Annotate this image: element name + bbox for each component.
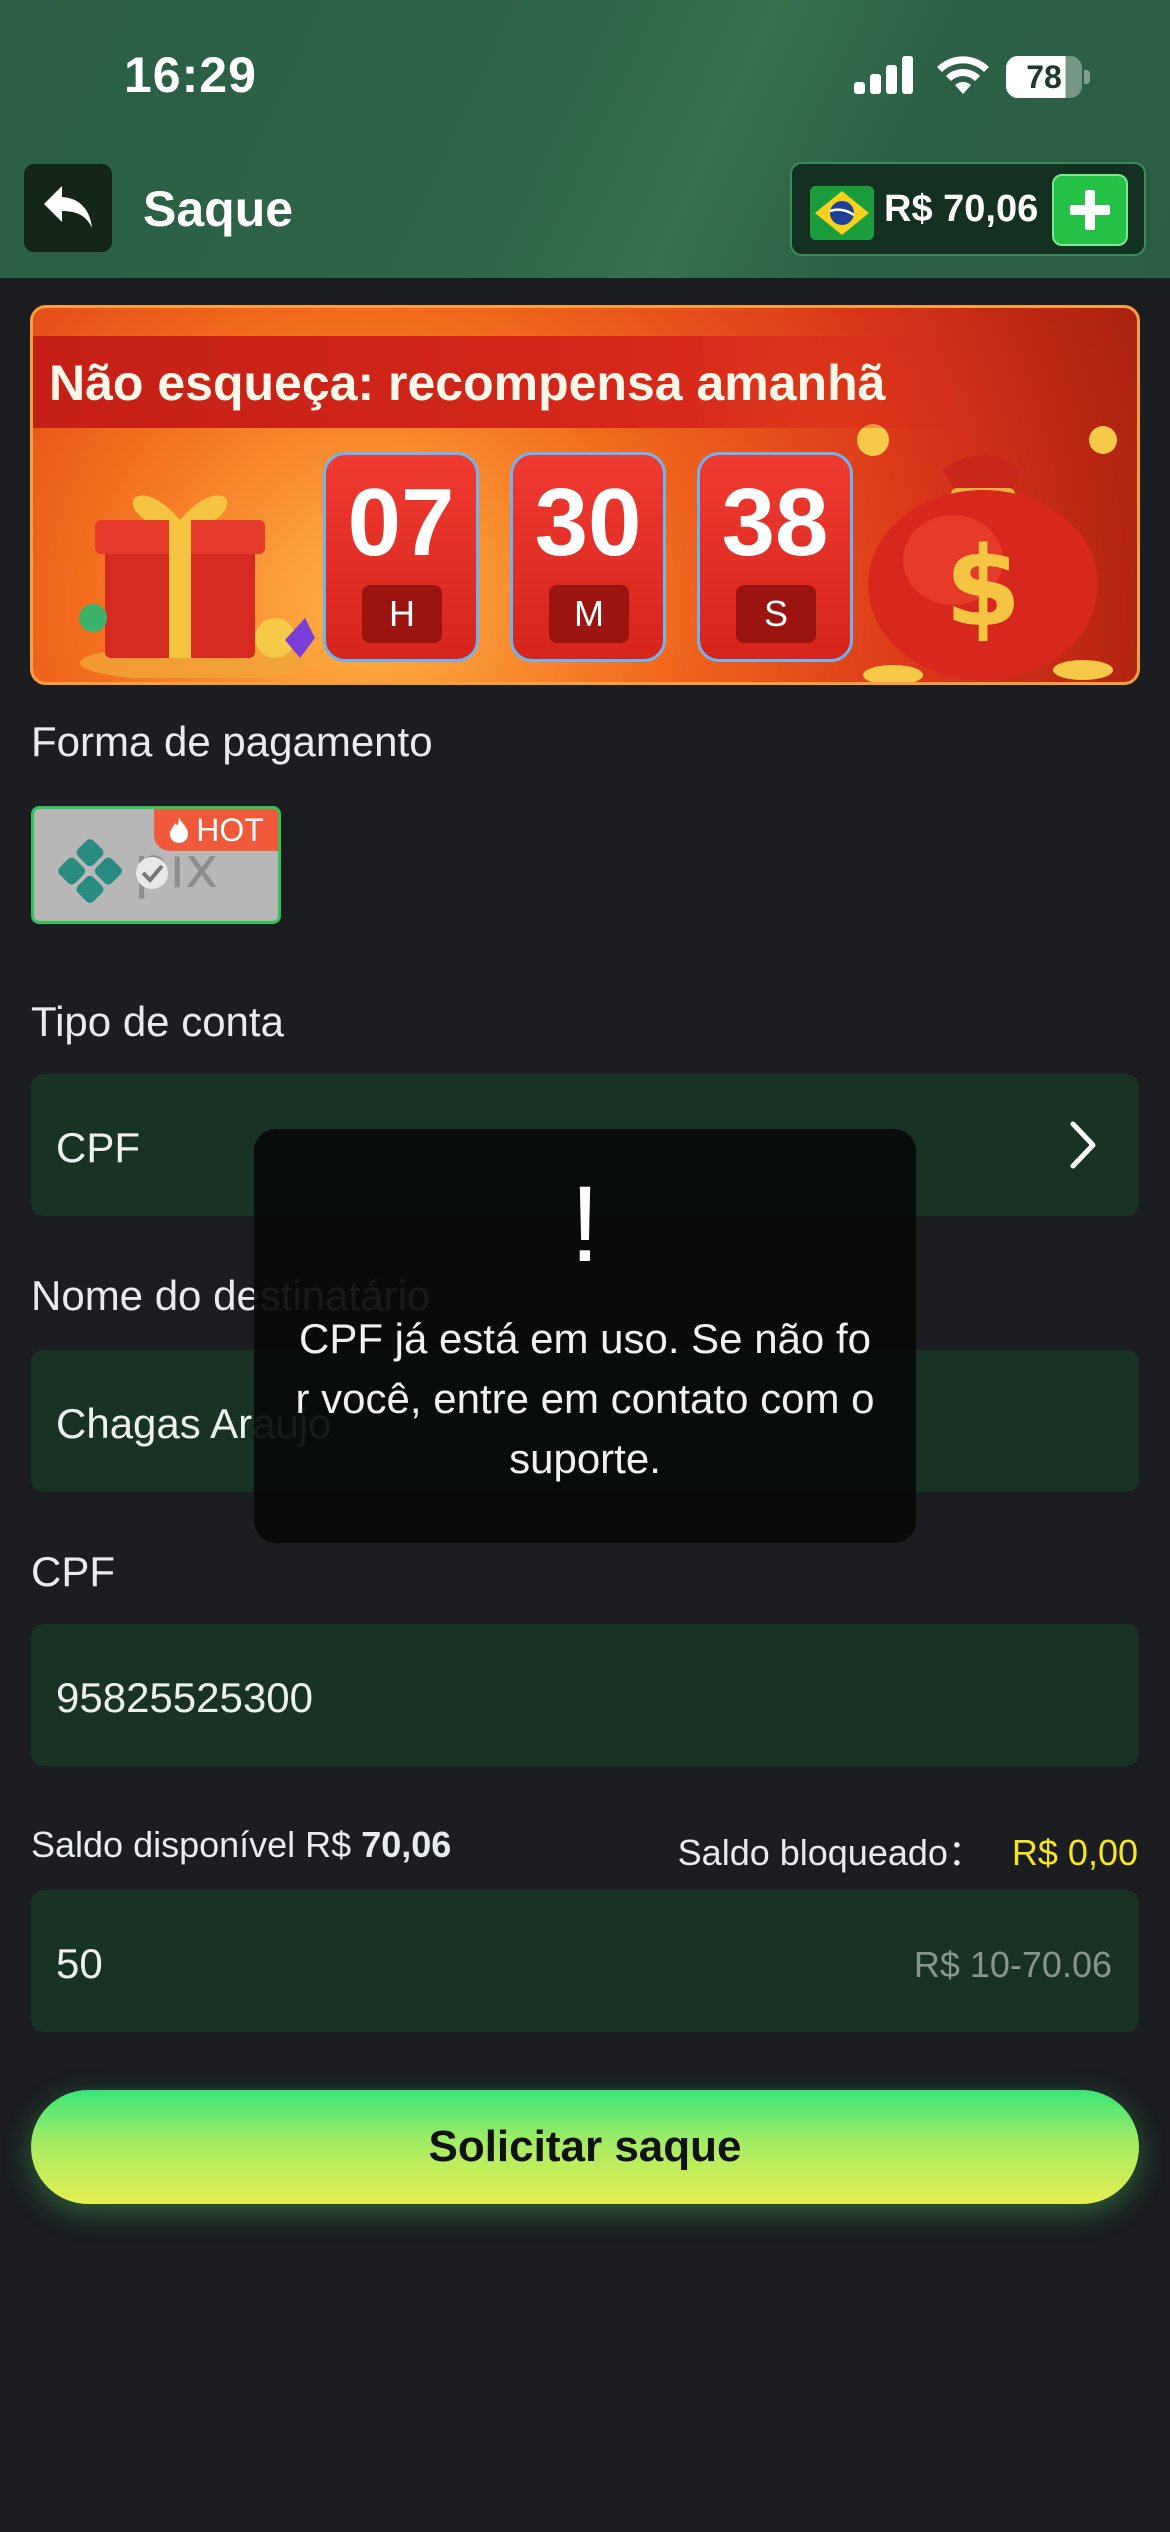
balance-pill[interactable]: R$ 70,06 [790, 162, 1146, 256]
hot-badge: HOT [154, 809, 278, 851]
account-type-value: CPF [56, 1124, 140, 1171]
countdown-seconds-unit: S [736, 585, 816, 643]
withdraw-amount-field[interactable]: 50 R$ 10-70.06 [31, 1890, 1139, 2032]
svg-text:$: $ [945, 523, 1022, 651]
toast-message: CPF já está em uso. Se não for você, ent… [295, 1315, 875, 1482]
exclamation-icon: ! [569, 1163, 600, 1284]
balance-amount: R$ 70,06 [884, 188, 1039, 230]
cellular-signal-icon [854, 56, 914, 94]
countdown-minutes: 30 M [510, 452, 666, 662]
plus-icon [1070, 190, 1110, 230]
gift-box-icon [79, 495, 315, 678]
battery-level: 78 [1006, 56, 1082, 98]
countdown-minutes-value: 30 [534, 469, 642, 576]
error-toast: ! CPF já está em uso. Se não for você, e… [254, 1129, 916, 1543]
pix-payment-option[interactable]: pix HOT [31, 806, 281, 924]
available-balance: Saldo disponível R$ 70,06 [31, 1824, 451, 1866]
chevron-right-icon [1070, 1121, 1096, 1169]
cpf-label: CPF [31, 1548, 115, 1595]
deposit-plus-button[interactable] [1052, 174, 1128, 246]
withdraw-amount-value: 50 [56, 1940, 103, 1987]
status-time: 16:29 [124, 47, 257, 103]
countdown-seconds: 38 S [697, 452, 853, 662]
brazil-flag-icon [810, 186, 874, 240]
countdown-hours: 07 H [323, 452, 479, 662]
banner-title: Não esqueça: recompensa amanhã [49, 355, 886, 411]
countdown-hours-unit: H [362, 585, 442, 643]
status-bar: 16:29 78 [0, 0, 1170, 150]
countdown-hours-value: 07 [347, 469, 455, 576]
countdown-minutes-unit: M [549, 585, 629, 643]
back-arrow-icon [44, 186, 92, 228]
app-header: 16:29 78 Saque R$ 70,06 [0, 0, 1170, 278]
fire-icon [170, 817, 189, 843]
countdown-seconds-value: 38 [721, 469, 829, 576]
available-balance-value: 70,06 [361, 1824, 452, 1865]
page-title: Saque [143, 181, 294, 237]
hot-badge-label: HOT [196, 811, 264, 848]
account-type-label: Tipo de conta [31, 998, 284, 1045]
cpf-value: 95825525300 [56, 1674, 313, 1721]
blocked-balance-label: Saldo bloqueado： [677, 1832, 984, 1873]
withdraw-range-hint: R$ 10-70.06 [913, 1944, 1112, 1985]
battery-icon: 78 [1006, 56, 1090, 98]
reward-banner[interactable]: $ Não esqueça: recompensa amanhã 07 H 30… [30, 305, 1140, 685]
cpf-field[interactable]: 95825525300 [31, 1624, 1139, 1766]
payment-method-label: Forma de pagamento [31, 718, 433, 765]
wifi-icon [937, 56, 989, 94]
request-withdrawal-button[interactable]: Solicitar saque [31, 2090, 1139, 2204]
blocked-balance-value: R$ 0,00 [1011, 1832, 1138, 1873]
money-bag-icon: $ [857, 424, 1117, 682]
back-button[interactable] [24, 164, 112, 252]
blocked-balance: Saldo bloqueado： R$ 0,00 [678, 1824, 1138, 1876]
available-balance-label: Saldo disponível R$ [31, 1824, 352, 1865]
